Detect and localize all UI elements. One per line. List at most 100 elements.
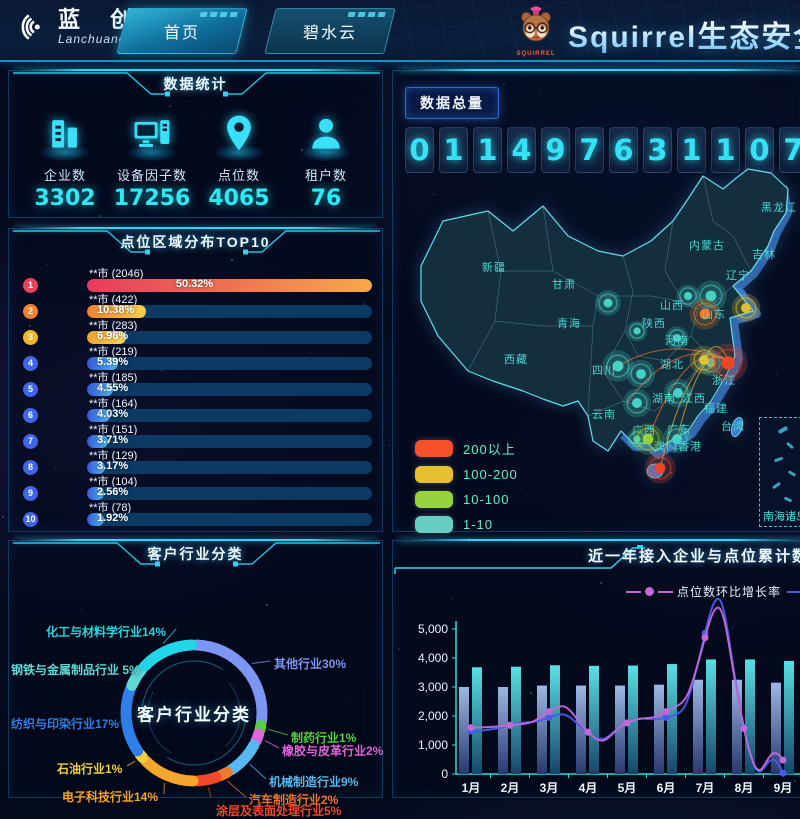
svg-text:河南: 河南 [665, 334, 689, 347]
stat-label: 点位数 [197, 165, 281, 184]
industry-panel-title: 客户行业分类 [9, 541, 382, 567]
top10-percent: 50.32% [176, 278, 213, 290]
top10-rank-badge: 2 [23, 304, 38, 319]
donut-center-label: 客户行业分类 [137, 701, 251, 726]
data-total-label: 数据总量 [405, 87, 499, 119]
svg-text:4月: 4月 [579, 781, 598, 795]
donut-segment-label: 橡胶与皮革行业2% [282, 742, 383, 759]
stats-row: 企业数 3302 设备因子数 17256 点位数 4065 租户数 76 [9, 101, 382, 211]
stat-label: 租户数 [284, 165, 368, 184]
top10-rank-badge: 1 [23, 278, 38, 293]
legend-label: 100-200 [463, 467, 518, 482]
svg-text:2,000: 2,000 [418, 709, 448, 723]
legend-swatch [415, 491, 453, 508]
mascot-label: SQUIRREL [512, 52, 560, 57]
svg-text:5月: 5月 [618, 781, 637, 795]
donut-segment-label: 钢铁与金属制品行业 5% [11, 661, 140, 678]
svg-text:湖北: 湖北 [660, 358, 684, 371]
header-bar: 蓝 创 Lanchuang 首页 碧水云 SQUIRREL Sq [0, 0, 800, 62]
svg-text:山西: 山西 [660, 299, 684, 312]
top10-row: **市 (129) 8 3.17% [19, 448, 370, 474]
svg-text:台湾: 台湾 [721, 419, 745, 433]
stat-label: 企业数 [23, 165, 107, 184]
svg-text:广西: 广西 [632, 424, 656, 437]
svg-text:辽宁: 辽宁 [726, 268, 750, 282]
svg-text:山东: 山东 [702, 308, 726, 321]
top10-percent: 10.38% [97, 304, 134, 316]
top10-rank-badge: 10 [23, 512, 38, 527]
top10-list: **市 (2046) 1 50.32%**市 (422) 2 10.38%**市… [9, 259, 382, 526]
map-panel: 数据总量 011497631107 新疆甘肃青海西藏内蒙古黑龙江吉林辽宁山西陕西… [392, 70, 800, 532]
legend-label: 10-100 [463, 492, 509, 507]
map-legend-item: 10-100 [415, 491, 518, 508]
top10-percent: 6.96% [97, 330, 128, 342]
svg-text:吉林: 吉林 [752, 247, 776, 261]
top10-row: **市 (104) 9 2.56% [19, 474, 370, 500]
stat-item: 点位数 4065 [197, 109, 281, 211]
user-icon [290, 109, 362, 161]
top10-row: **市 (164) 6 4.03% [19, 396, 370, 422]
top10-row: **市 (2046) 1 50.32% [19, 266, 370, 292]
legend-label: 200以上 [463, 439, 516, 458]
top10-rank-badge: 7 [23, 434, 38, 449]
tab-home[interactable]: 首页 [116, 8, 247, 54]
svg-text:2月: 2月 [501, 781, 520, 795]
top10-rank-badge: 4 [23, 356, 38, 371]
top10-rank-badge: 5 [23, 382, 38, 397]
top10-panel: 点位区域分布TOP10 **市 (2046) 1 50.32%**市 (422)… [8, 228, 383, 532]
svg-text:5,000: 5,000 [418, 622, 448, 636]
building-icon [29, 109, 101, 161]
svg-text:福建: 福建 [704, 401, 728, 415]
location-icon [203, 109, 275, 161]
svg-text:广东: 广东 [667, 423, 691, 436]
svg-text:3,000: 3,000 [418, 680, 448, 694]
svg-text:4,000: 4,000 [418, 651, 448, 665]
top10-row: **市 (283) 3 6.96% [19, 318, 370, 344]
legend-label: 1-10 [463, 517, 493, 532]
industry-panel-header: 客户行业分类 [9, 541, 382, 571]
svg-text:8月: 8月 [735, 781, 754, 795]
tab-label: 首页 [164, 19, 200, 43]
svg-text:陕西: 陕西 [642, 316, 666, 330]
industry-donut-chart: 客户行业分类 其他行业30%制药行业1%橡胶与皮革行业2%机械制造行业9%汽车制… [9, 571, 384, 797]
stat-value: 17256 [110, 186, 194, 211]
top10-percent: 5.39% [97, 356, 128, 368]
donut-segment-label: 机械制造行业9% [269, 773, 358, 790]
map-legend-item: 100-200 [415, 466, 518, 483]
donut-segment-label: 化工与材料学行业14% [46, 623, 166, 640]
top10-row: **市 (185) 5 4.55% [19, 370, 370, 396]
top10-rank-badge: 9 [23, 486, 38, 501]
svg-text:青海: 青海 [557, 316, 581, 330]
soundwave-logo-icon [14, 9, 50, 45]
top10-percent: 3.71% [97, 434, 128, 446]
svg-text:内蒙古: 内蒙古 [689, 238, 725, 252]
svg-text:6月: 6月 [657, 781, 676, 795]
svg-text:7月: 7月 [696, 781, 715, 795]
legend-swatch [415, 466, 453, 483]
svg-text:香港: 香港 [678, 440, 702, 453]
top10-rank-badge: 8 [23, 460, 38, 475]
svg-text:湖南: 湖南 [652, 392, 676, 405]
stat-value: 3302 [23, 186, 107, 211]
south-china-sea-inset: 南海诸岛 [759, 417, 800, 527]
svg-text:1,000: 1,000 [418, 738, 448, 752]
tab-bishuiyun[interactable]: 碧水云 [264, 8, 395, 54]
top10-row: **市 (78) 10 1.92% [19, 500, 370, 526]
svg-text:3月: 3月 [540, 781, 559, 795]
svg-text:江西: 江西 [682, 392, 706, 405]
stats-panel-title: 数据统计 [9, 71, 382, 97]
device-icon [116, 109, 188, 161]
svg-text:1月: 1月 [462, 781, 481, 795]
svg-text:澳门: 澳门 [654, 439, 678, 453]
stat-item: 租户数 76 [284, 109, 368, 211]
stats-panel-header: 数据统计 [9, 71, 382, 101]
squirrel-icon [515, 3, 557, 47]
tab-dashes [347, 12, 385, 17]
stat-value: 4065 [197, 186, 281, 211]
donut-segment-label: 其他行业30% [274, 655, 346, 672]
top10-panel-header: 点位区域分布TOP10 [9, 229, 382, 259]
donut-segment-label: 涂层及表面处理行业5% [216, 802, 341, 819]
legend-swatch [415, 516, 453, 533]
svg-text:黑龙江: 黑龙江 [761, 201, 797, 214]
top10-percent: 3.17% [97, 460, 128, 472]
